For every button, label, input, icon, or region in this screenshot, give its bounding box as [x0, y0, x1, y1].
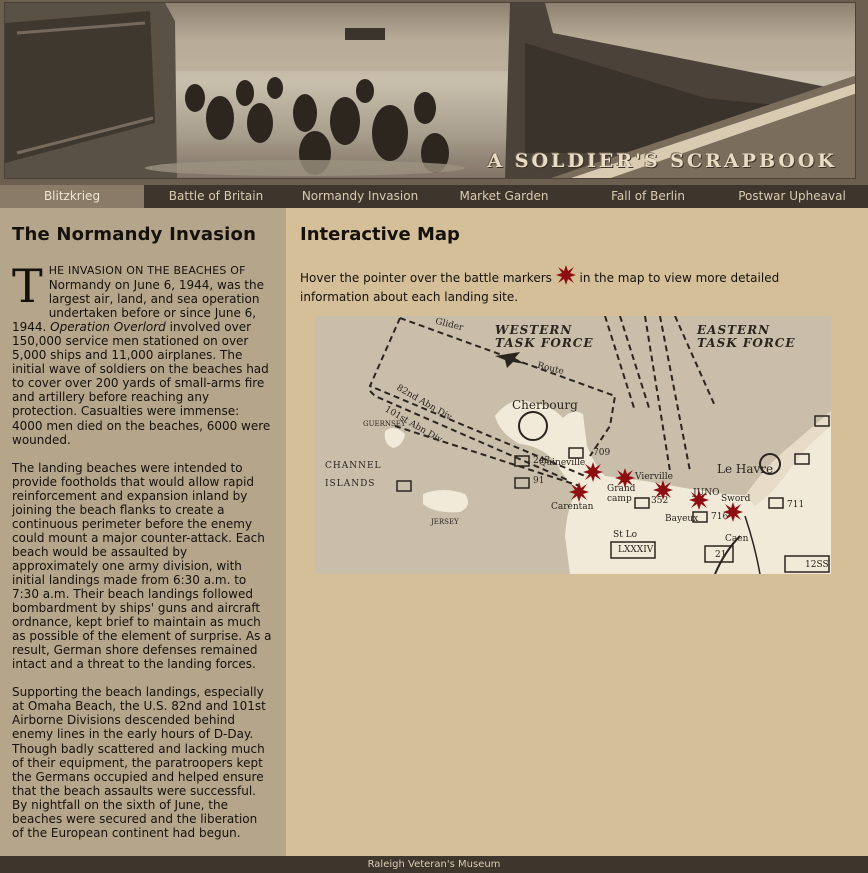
nav-item-blitzkrieg[interactable]: Blitzkrieg [0, 185, 144, 208]
interactive-map: WESTERN TASK FORCE EASTERN TASK FORCE Gl… [315, 316, 831, 574]
map-marker-juno-beach[interactable] [689, 490, 709, 510]
map-label-21: 21 [715, 550, 727, 560]
map-label-st-lo: St Lo [613, 530, 638, 540]
main-title: Interactive Map [300, 224, 460, 245]
battle-marker-icon [555, 265, 576, 289]
map-label-12ss: 12SS [805, 560, 829, 570]
article-paragraph-3: Supporting the beach landings, especiall… [12, 685, 266, 840]
paragraph-1-rest: involved over 150,000 service men statio… [12, 320, 271, 447]
map-label-carentan: Carentan [551, 502, 594, 512]
nav-item-market-garden[interactable]: Market Garden [432, 185, 576, 208]
map-marker-omaha-beach[interactable] [615, 468, 635, 488]
map-label-91: 91 [533, 476, 545, 486]
map-label-711: 711 [787, 500, 805, 510]
map-label-cherbourg: Cherbourg [512, 398, 578, 412]
article-paragraph-1: T HE INVASION ON THE BEACHES OF Normandy … [12, 263, 272, 447]
site-banner: A SOLDIER'S SCRAPBOOK [0, 0, 868, 185]
article-title: The Normandy Invasion [12, 224, 257, 245]
map-marker-sword-beach[interactable] [723, 502, 743, 522]
map-drawing [368, 316, 831, 574]
map-marker-pointe-du-hoc[interactable] [569, 482, 589, 502]
nav-item-postwar-upheaval[interactable]: Postwar Upheaval [720, 185, 864, 208]
map-label-le-havre: Le Havre [717, 462, 774, 476]
map-label-eastern-task-force: EASTERN TASK FORCE [697, 323, 796, 350]
map-label-709: 709 [593, 448, 611, 458]
map-label-corps: LXXXIV [618, 545, 654, 555]
article-sidebar: The Normandy Invasion T HE INVASION ON TH… [0, 208, 286, 856]
map-label-channel: CHANNEL [325, 461, 382, 471]
main-content: Interactive Map Hover the pointer over t… [286, 208, 868, 856]
article-paragraph-2: The landing beaches were intended to pro… [12, 460, 272, 672]
map-label-jersey: JERSEY [431, 518, 459, 526]
instructions-before: Hover the pointer over the battle marker… [300, 271, 556, 285]
map-label-guernsey: GUERNSEY [363, 420, 406, 428]
map-marker-utah-beach[interactable] [583, 462, 603, 482]
map-instructions: Hover the pointer over the battle marker… [300, 265, 820, 305]
nav-item-fall-of-berlin[interactable]: Fall of Berlin [576, 185, 720, 208]
lead-in: HE INVASION ON THE BEACHES OF [48, 264, 246, 277]
site-footer: Raleigh Veteran's Museum [0, 856, 868, 873]
map-label-islands: ISLANDS [325, 479, 376, 489]
map-label-caen: Caen [725, 534, 749, 544]
banner-title: A SOLDIER'S SCRAPBOOK [487, 150, 837, 172]
main-nav: Blitzkrieg Battle of Britain Normandy In… [0, 185, 868, 208]
map-label-bayeux: Bayeux [665, 514, 699, 524]
operation-name: Operation Overlord [50, 320, 166, 335]
nav-item-battle-of-britain[interactable]: Battle of Britain [144, 185, 288, 208]
map-label-243: 243 [533, 456, 551, 466]
map-label-western-task-force: WESTERN TASK FORCE [495, 323, 594, 350]
drop-cap: T [12, 259, 43, 313]
map-marker-gold-beach[interactable] [653, 480, 673, 500]
banner-photo: A SOLDIER'S SCRAPBOOK [4, 2, 856, 179]
nav-item-normandy-invasion[interactable]: Normandy Invasion [288, 185, 432, 208]
